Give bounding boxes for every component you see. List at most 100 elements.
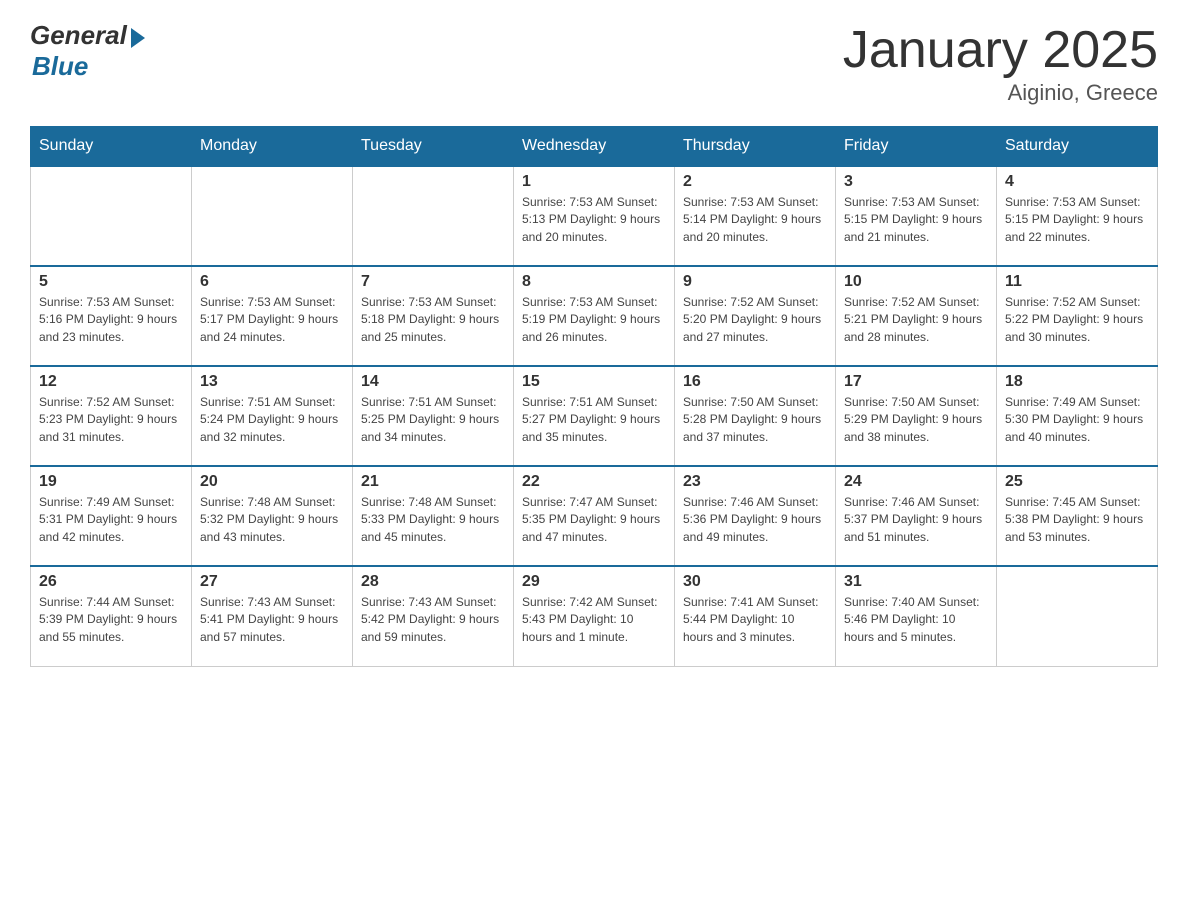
calendar-cell: 21 Sunrise: 7:48 AM Sunset: 5:33 PM Dayli… bbox=[353, 466, 514, 566]
calendar-cell: 29 Sunrise: 7:42 AM Sunset: 5:43 PM Dayli… bbox=[514, 566, 675, 666]
day-info: Sunrise: 7:53 AM Sunset: 5:16 PM Dayligh… bbox=[39, 294, 183, 346]
day-info: Sunrise: 7:47 AM Sunset: 5:35 PM Dayligh… bbox=[522, 494, 666, 546]
day-info: Sunrise: 7:51 AM Sunset: 5:27 PM Dayligh… bbox=[522, 394, 666, 446]
day-number: 9 bbox=[683, 273, 827, 291]
day-number: 20 bbox=[200, 473, 344, 491]
day-header-wednesday: Wednesday bbox=[514, 127, 675, 167]
calendar-cell: 12Sunrise: 7:52 AM Sunset: 5:23 PM Dayli… bbox=[31, 366, 192, 466]
week-row-4: 19 Sunrise: 7:49 AM Sunset: 5:31 PM Dayli… bbox=[31, 466, 1158, 566]
day-header-tuesday: Tuesday bbox=[353, 127, 514, 167]
calendar-cell: 8 Sunrise: 7:53 AM Sunset: 5:19 PM Daylig… bbox=[514, 266, 675, 366]
calendar-cell bbox=[353, 166, 514, 266]
day-info: Sunrise: 7:52 AM Sunset: 5:22 PM Dayligh… bbox=[1005, 294, 1149, 346]
calendar-cell: 1Sunrise: 7:53 AM Sunset: 5:13 PM Daylig… bbox=[514, 166, 675, 266]
day-number: 29 bbox=[522, 573, 666, 591]
day-info: Sunrise: 7:43 AM Sunset: 5:41 PM Dayligh… bbox=[200, 594, 344, 646]
calendar-cell: 31 Sunrise: 7:40 AM Sunset: 5:46 PM Dayli… bbox=[836, 566, 997, 666]
calendar-cell: 23 Sunrise: 7:46 AM Sunset: 5:36 PM Dayli… bbox=[675, 466, 836, 566]
day-number: 30 bbox=[683, 573, 827, 591]
calendar-cell: 5 Sunrise: 7:53 AM Sunset: 5:16 PM Daylig… bbox=[31, 266, 192, 366]
day-number: 18 bbox=[1005, 373, 1149, 391]
week-row-2: 5 Sunrise: 7:53 AM Sunset: 5:16 PM Daylig… bbox=[31, 266, 1158, 366]
week-row-1: 1Sunrise: 7:53 AM Sunset: 5:13 PM Daylig… bbox=[31, 166, 1158, 266]
day-number: 6 bbox=[200, 273, 344, 291]
days-header-row: SundayMondayTuesdayWednesdayThursdayFrid… bbox=[31, 127, 1158, 167]
day-info: Sunrise: 7:53 AM Sunset: 5:18 PM Dayligh… bbox=[361, 294, 505, 346]
day-info: Sunrise: 7:52 AM Sunset: 5:23 PM Dayligh… bbox=[39, 394, 183, 446]
day-info: Sunrise: 7:53 AM Sunset: 5:19 PM Dayligh… bbox=[522, 294, 666, 346]
day-number: 15 bbox=[522, 373, 666, 391]
title-section: January 2025 Aiginio, Greece bbox=[843, 20, 1158, 106]
week-row-3: 12Sunrise: 7:52 AM Sunset: 5:23 PM Dayli… bbox=[31, 366, 1158, 466]
calendar-cell: 27 Sunrise: 7:43 AM Sunset: 5:41 PM Dayli… bbox=[192, 566, 353, 666]
day-info: Sunrise: 7:48 AM Sunset: 5:33 PM Dayligh… bbox=[361, 494, 505, 546]
calendar-table: SundayMondayTuesdayWednesdayThursdayFrid… bbox=[30, 126, 1158, 667]
day-header-sunday: Sunday bbox=[31, 127, 192, 167]
logo-blue-text: Blue bbox=[32, 51, 88, 82]
day-info: Sunrise: 7:42 AM Sunset: 5:43 PM Dayligh… bbox=[522, 594, 666, 646]
calendar-cell: 22 Sunrise: 7:47 AM Sunset: 5:35 PM Dayli… bbox=[514, 466, 675, 566]
day-number: 2 bbox=[683, 173, 827, 191]
day-number: 25 bbox=[1005, 473, 1149, 491]
calendar-cell: 7 Sunrise: 7:53 AM Sunset: 5:18 PM Daylig… bbox=[353, 266, 514, 366]
day-number: 8 bbox=[522, 273, 666, 291]
day-info: Sunrise: 7:44 AM Sunset: 5:39 PM Dayligh… bbox=[39, 594, 183, 646]
day-number: 4 bbox=[1005, 173, 1149, 191]
day-number: 24 bbox=[844, 473, 988, 491]
calendar-cell: 6Sunrise: 7:53 AM Sunset: 5:17 PM Daylig… bbox=[192, 266, 353, 366]
day-info: Sunrise: 7:52 AM Sunset: 5:21 PM Dayligh… bbox=[844, 294, 988, 346]
day-number: 10 bbox=[844, 273, 988, 291]
day-info: Sunrise: 7:51 AM Sunset: 5:25 PM Dayligh… bbox=[361, 394, 505, 446]
calendar-cell: 15 Sunrise: 7:51 AM Sunset: 5:27 PM Dayli… bbox=[514, 366, 675, 466]
calendar-cell: 19 Sunrise: 7:49 AM Sunset: 5:31 PM Dayli… bbox=[31, 466, 192, 566]
day-info: Sunrise: 7:53 AM Sunset: 5:14 PM Dayligh… bbox=[683, 194, 827, 246]
week-row-5: 26 Sunrise: 7:44 AM Sunset: 5:39 PM Dayli… bbox=[31, 566, 1158, 666]
day-number: 11 bbox=[1005, 273, 1149, 291]
day-number: 7 bbox=[361, 273, 505, 291]
day-info: Sunrise: 7:46 AM Sunset: 5:36 PM Dayligh… bbox=[683, 494, 827, 546]
day-number: 14 bbox=[361, 373, 505, 391]
day-number: 21 bbox=[361, 473, 505, 491]
calendar-cell bbox=[997, 566, 1158, 666]
day-info: Sunrise: 7:53 AM Sunset: 5:15 PM Dayligh… bbox=[844, 194, 988, 246]
calendar-cell: 10 Sunrise: 7:52 AM Sunset: 5:21 PM Dayli… bbox=[836, 266, 997, 366]
day-number: 3 bbox=[844, 173, 988, 191]
day-header-saturday: Saturday bbox=[997, 127, 1158, 167]
logo: General Blue bbox=[30, 20, 145, 82]
day-info: Sunrise: 7:52 AM Sunset: 5:20 PM Dayligh… bbox=[683, 294, 827, 346]
calendar-cell: 20 Sunrise: 7:48 AM Sunset: 5:32 PM Dayli… bbox=[192, 466, 353, 566]
calendar-cell: 2 Sunrise: 7:53 AM Sunset: 5:14 PM Daylig… bbox=[675, 166, 836, 266]
day-number: 23 bbox=[683, 473, 827, 491]
calendar-cell: 17Sunrise: 7:50 AM Sunset: 5:29 PM Dayli… bbox=[836, 366, 997, 466]
logo-general-text: General bbox=[30, 20, 127, 51]
day-number: 31 bbox=[844, 573, 988, 591]
day-number: 19 bbox=[39, 473, 183, 491]
day-info: Sunrise: 7:49 AM Sunset: 5:30 PM Dayligh… bbox=[1005, 394, 1149, 446]
day-info: Sunrise: 7:51 AM Sunset: 5:24 PM Dayligh… bbox=[200, 394, 344, 446]
day-header-thursday: Thursday bbox=[675, 127, 836, 167]
day-info: Sunrise: 7:50 AM Sunset: 5:29 PM Dayligh… bbox=[844, 394, 988, 446]
day-info: Sunrise: 7:40 AM Sunset: 5:46 PM Dayligh… bbox=[844, 594, 988, 646]
day-header-friday: Friday bbox=[836, 127, 997, 167]
calendar-cell: 30 Sunrise: 7:41 AM Sunset: 5:44 PM Dayli… bbox=[675, 566, 836, 666]
day-info: Sunrise: 7:41 AM Sunset: 5:44 PM Dayligh… bbox=[683, 594, 827, 646]
day-number: 27 bbox=[200, 573, 344, 591]
day-number: 1 bbox=[522, 173, 666, 191]
day-info: Sunrise: 7:53 AM Sunset: 5:15 PM Dayligh… bbox=[1005, 194, 1149, 246]
day-number: 22 bbox=[522, 473, 666, 491]
calendar-cell: 11 Sunrise: 7:52 AM Sunset: 5:22 PM Dayli… bbox=[997, 266, 1158, 366]
calendar-cell: 25Sunrise: 7:45 AM Sunset: 5:38 PM Dayli… bbox=[997, 466, 1158, 566]
calendar-cell: 3 Sunrise: 7:53 AM Sunset: 5:15 PM Daylig… bbox=[836, 166, 997, 266]
page-header: General Blue January 2025 Aiginio, Greec… bbox=[30, 20, 1158, 106]
calendar-cell bbox=[192, 166, 353, 266]
day-number: 26 bbox=[39, 573, 183, 591]
day-info: Sunrise: 7:48 AM Sunset: 5:32 PM Dayligh… bbox=[200, 494, 344, 546]
calendar-cell: 9 Sunrise: 7:52 AM Sunset: 5:20 PM Daylig… bbox=[675, 266, 836, 366]
day-info: Sunrise: 7:50 AM Sunset: 5:28 PM Dayligh… bbox=[683, 394, 827, 446]
day-number: 5 bbox=[39, 273, 183, 291]
calendar-cell: 14 Sunrise: 7:51 AM Sunset: 5:25 PM Dayli… bbox=[353, 366, 514, 466]
day-info: Sunrise: 7:49 AM Sunset: 5:31 PM Dayligh… bbox=[39, 494, 183, 546]
calendar-cell bbox=[31, 166, 192, 266]
day-number: 16 bbox=[683, 373, 827, 391]
month-title: January 2025 bbox=[843, 20, 1158, 80]
